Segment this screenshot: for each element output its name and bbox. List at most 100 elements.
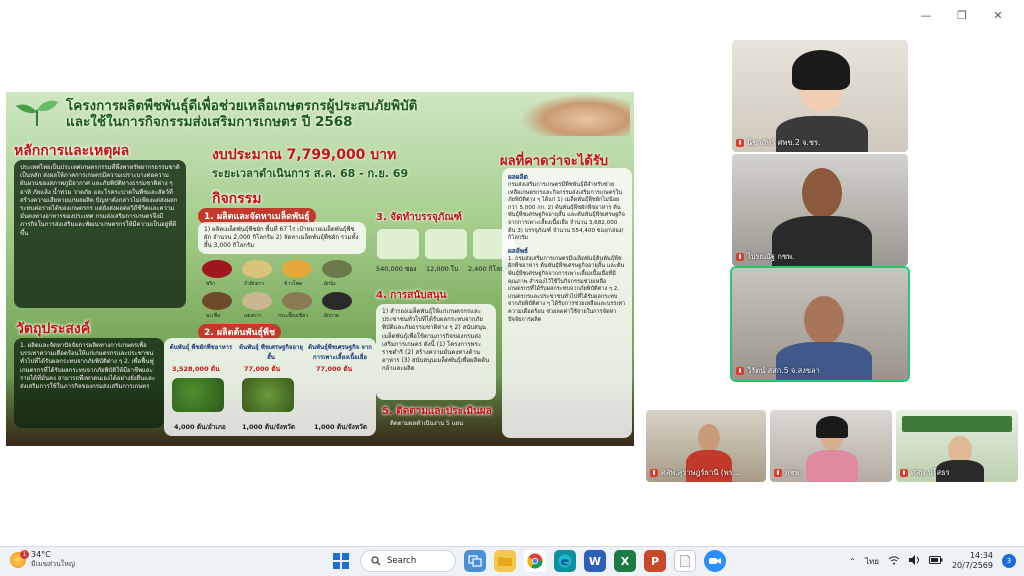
- participant-video-tile[interactable]: ศสพ.สุราษฎร์ธานี (พร...: [646, 410, 766, 482]
- cash-crop-seedling-image: [242, 378, 294, 412]
- powerpoint-icon[interactable]: P: [644, 550, 666, 572]
- principles-text: ประเทศไทยเป็นประเทศเกษตรกรรมที่พึ่งพาทรั…: [14, 160, 186, 308]
- system-clock[interactable]: 14:34 20/7/2569: [952, 551, 993, 571]
- weather-widget[interactable]: 1 34°C มีเมฆส่วนใหญ่: [10, 550, 75, 570]
- minimize-button[interactable]: —: [908, 6, 944, 24]
- weather-sun-icon: 1: [10, 550, 29, 568]
- participant-face: [804, 296, 844, 344]
- task-view-icon[interactable]: [464, 550, 486, 572]
- taskbar-search[interactable]: Search: [360, 550, 456, 572]
- outcome-text: 1. กรมส่งเสริมการเกษตรมีเมล็ดพันธุ์ต้นพั…: [508, 255, 626, 323]
- window-controls: — ❐ ✕: [908, 6, 1016, 24]
- banner-background: [902, 416, 1012, 432]
- participant-video-tile[interactable]: กชพ.: [770, 410, 892, 482]
- plant-heading: ต้นพันธุ์ พืชผักพืชอาหาร: [169, 344, 233, 351]
- seed-image: [322, 260, 352, 278]
- plant-rate: 4,000 ต้น/อำเภอ: [174, 423, 226, 431]
- edge-icon[interactable]: [554, 550, 576, 572]
- muted-mic-icon: [736, 139, 744, 147]
- plant-rate: 1,000 ต้น/จังหวัด: [242, 423, 295, 431]
- plant-value: 3,528,000 ต้น: [172, 365, 220, 373]
- output-heading: ผลผลิต: [508, 173, 528, 181]
- participant-face: [802, 168, 842, 218]
- chrome-icon[interactable]: [524, 550, 546, 572]
- wifi-icon[interactable]: [888, 555, 900, 567]
- chevron-up-icon[interactable]: ⌃: [849, 557, 856, 566]
- participant-body: [806, 450, 858, 482]
- budget-amount: งบประมาณ 7,799,000 บาท: [212, 147, 397, 163]
- muted-mic-icon: [736, 253, 744, 261]
- restore-button[interactable]: ❐: [944, 6, 980, 24]
- language-indicator[interactable]: ไทย: [865, 555, 879, 568]
- expected-results-panel: ผลผลิต กรมส่งเสริมการเกษตรมีพืชพันธุ์ดีส…: [502, 168, 632, 438]
- participant-name-label: ศสพ.สุราษฎร์ธานี (พร...: [650, 467, 740, 479]
- muted-mic-icon: [650, 469, 658, 477]
- activity3-heading: 3. จัดทำบรรจุภัณฑ์: [376, 212, 462, 223]
- activity5-text: ติดตามผลดำเนินงาน 5 แผน: [390, 420, 464, 427]
- seed-image: [242, 292, 272, 310]
- muted-mic-icon: [736, 367, 744, 375]
- poster-title: โครงการผลิตพืชพันธุ์ดีเพื่อช่วยเหลือเกษต…: [66, 98, 418, 130]
- excel-icon[interactable]: X: [614, 550, 636, 572]
- participant-hair: [816, 416, 848, 438]
- seed-label: แตงกวา: [244, 313, 262, 319]
- vegetable-seedling-image: [172, 378, 224, 412]
- participant-face: [698, 424, 720, 452]
- speaker-icon[interactable]: [908, 555, 920, 567]
- activities-heading: กิจกรรม: [212, 191, 262, 207]
- seed-label: มะเขือ: [206, 313, 221, 319]
- desktop-stage: — ❐ ✕ โครงการผลิตพืชพันธุ์ดีเพื่อช่วยเหล…: [0, 0, 1024, 546]
- participant-video-tile[interactable]: ไปรยณัฐ กชพ.: [732, 154, 908, 266]
- search-icon: [371, 556, 381, 566]
- word-icon[interactable]: W: [584, 550, 606, 572]
- system-tray: ⌃ ไทย 14:34 20/7/2569 3: [849, 551, 1016, 571]
- clock-date: 20/7/2569: [951, 561, 993, 570]
- search-label: Search: [387, 556, 417, 566]
- packaging-value: 12,000 ใบ: [426, 265, 459, 273]
- notification-badge[interactable]: 3: [1002, 554, 1016, 568]
- bag-image: [424, 228, 468, 260]
- hand-with-seeds-image: [520, 94, 630, 136]
- principles-heading: หลักการและเหตุผล: [14, 143, 130, 159]
- output-text: กรมส่งเสริมการเกษตรมีพืชพันธุ์ดีสำหรับช่…: [508, 182, 625, 242]
- seed-image: [242, 260, 272, 278]
- muted-mic-icon: [900, 469, 908, 477]
- participant-hair: [792, 50, 850, 90]
- participant-name-label: วิรัตน์ สสก.5 จ.สงขลา: [736, 365, 820, 377]
- seed-image: [202, 292, 232, 310]
- plant-rate: 1,000 ต้น/จังหวัด: [314, 423, 367, 431]
- seed-image: [322, 292, 352, 310]
- document-icon[interactable]: [674, 550, 696, 572]
- taskbar-apps: Search W X P: [330, 550, 726, 572]
- plant-heading: ต้นพันธุ์พืชเศรษฐกิจ จากการเพาะเลี้ยงเนื…: [308, 344, 372, 361]
- objectives-heading: วัตถุประสงค์: [16, 321, 91, 337]
- seed-image: [282, 292, 312, 310]
- participant-name-label: กชพ.: [774, 467, 802, 479]
- participant-video-tile-active[interactable]: วิรัตน์ สสก.5 จ.สงขลา: [730, 266, 910, 382]
- clock-time: 14:34: [969, 551, 993, 560]
- plant-panel: ต้นพันธุ์ พืชผักพืชอาหาร 3,528,000 ต้น 4…: [164, 338, 376, 436]
- participant-name-label: นิชาภัทร์ ศพข.2 จ.ชร.: [736, 137, 820, 149]
- seed-label: ผักกาด: [324, 313, 340, 319]
- packaging-value: 540,000 ซอง: [376, 265, 417, 273]
- seed-packet-image: [376, 228, 420, 260]
- plant-value: 77,000 ต้น: [244, 365, 281, 373]
- seed-label: ผักบุ้ง: [324, 281, 336, 287]
- seed-image: [202, 260, 232, 278]
- activity4-text: 1) สำรองเมล็ดพันธุ์ให้แก่เกษตรกรและประชา…: [376, 304, 496, 400]
- participant-name-label: ไปรยณัฐ กชพ.: [736, 251, 794, 263]
- file-explorer-icon[interactable]: [494, 550, 516, 572]
- participant-video-tile[interactable]: ศสพ.ปโสธร: [896, 410, 1018, 482]
- taskbar: 1 34°C มีเมฆส่วนใหญ่ Search W X P ⌃ ไทย …: [0, 546, 1024, 576]
- windows-start-icon[interactable]: [330, 550, 352, 572]
- close-button[interactable]: ✕: [980, 6, 1016, 24]
- objectives-text: 1. ผลิตและจัดหาปัจจัยการผลิตทางการเกษตรเ…: [14, 338, 164, 428]
- weather-badge: 1: [20, 550, 29, 559]
- participant-video-tile[interactable]: นิชาภัทร์ ศพข.2 จ.ชร.: [732, 40, 908, 152]
- muted-mic-icon: [774, 469, 782, 477]
- battery-icon[interactable]: [928, 556, 943, 566]
- outcome-heading: ผลลัพธ์: [508, 246, 529, 255]
- zoom-icon[interactable]: [704, 550, 726, 572]
- weather-description: มีเมฆส่วนใหญ่: [31, 560, 75, 568]
- seed-label: กระเจี๊ยบเขียว: [278, 313, 309, 319]
